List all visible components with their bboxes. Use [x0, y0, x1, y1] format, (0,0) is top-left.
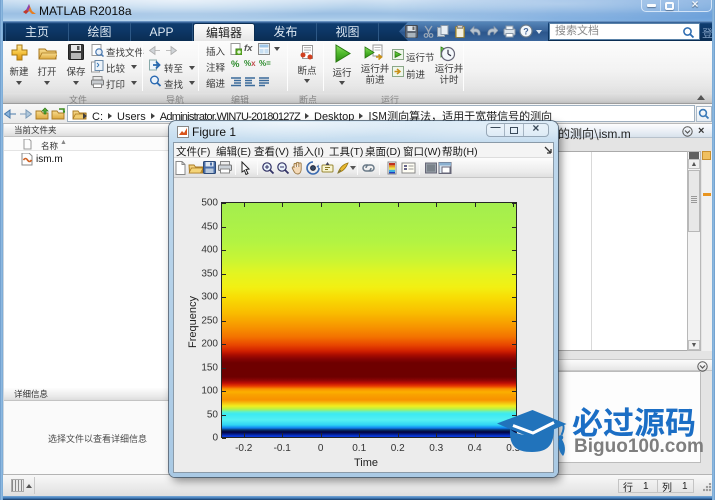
svg-text:?: ? [523, 27, 529, 37]
